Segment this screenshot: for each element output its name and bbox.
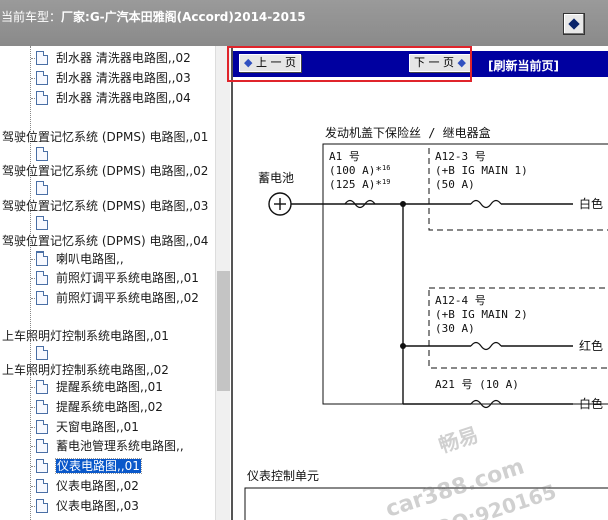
tree-item[interactable]: 驾驶位置记忆系统 (DPMS) 电路图,,03 bbox=[2, 196, 208, 216]
tree-item[interactable]: 喇叭电路图,, bbox=[56, 249, 124, 269]
tree-item-label: 刮水器 清洗器电路图,,04 bbox=[56, 91, 191, 105]
tree-connector bbox=[31, 466, 35, 467]
tree-item-label: 仪表电路图,,01 bbox=[55, 458, 142, 474]
tree-guide-line bbox=[30, 46, 31, 520]
document-icon bbox=[36, 181, 48, 195]
document-icon bbox=[36, 147, 48, 161]
document-view: ◆ 上 一 页 下 一 页 ◆ [刷新当前页] 发动机盖下保险丝 / 继电器盒 … bbox=[227, 46, 608, 520]
document-tree[interactable]: 刮水器 清洗器电路图,,02 刮水器 清洗器电路图,,03 刮水器 清洗器电路图,,… bbox=[0, 46, 215, 520]
diamond-icon bbox=[568, 18, 580, 30]
vehicle-title-prefix: 当前车型： bbox=[1, 10, 62, 24]
tree-item-label: 仪表电路图,,02 bbox=[56, 479, 139, 493]
tree-item[interactable]: 仪表电路图,,02 bbox=[56, 476, 139, 496]
tree-connector bbox=[31, 58, 35, 59]
fuse-a1-rating-100: (100 A)*16 bbox=[329, 164, 390, 177]
tree-item-label: 天窗电路图,,01 bbox=[56, 420, 139, 434]
fuse-a12-4-symbol bbox=[470, 341, 502, 351]
wire-color-2: 红色 bbox=[579, 338, 603, 353]
tree-item-label: 驾驶位置记忆系统 (DPMS) 电路图,,04 bbox=[2, 234, 209, 248]
wire-color-1: 白色 bbox=[579, 196, 603, 211]
tree-connector bbox=[31, 98, 35, 99]
highlight-box bbox=[227, 46, 472, 82]
tree-item[interactable]: 驾驶位置记忆系统 (DPMS) 电路图,,02 bbox=[2, 161, 208, 181]
document-icon bbox=[36, 439, 48, 453]
document-icon bbox=[36, 291, 48, 305]
tree-item[interactable]: 仪表电路图,,01 bbox=[55, 456, 142, 476]
tree-item-label: 驾驶位置记忆系统 (DPMS) 电路图,,03 bbox=[2, 199, 209, 213]
tree-connector bbox=[31, 259, 35, 260]
fuse-a12-4-label: A12-4 号 bbox=[435, 294, 486, 307]
document-icon bbox=[36, 252, 48, 266]
tree-item[interactable]: 驾驶位置记忆系统 (DPMS) 电路图,,04 bbox=[2, 231, 208, 251]
battery-label: 蓄电池 bbox=[258, 171, 294, 185]
fuse-a12-3-symbol bbox=[470, 199, 502, 209]
tree-connector bbox=[31, 427, 35, 428]
toggle-button[interactable] bbox=[563, 13, 585, 35]
document-icon bbox=[36, 91, 48, 105]
document-icon bbox=[36, 459, 48, 473]
document-icon bbox=[36, 216, 48, 230]
fuse-a12-3-name: (+B IG MAIN 1) bbox=[435, 164, 528, 177]
document-icon bbox=[36, 380, 48, 394]
tree-item[interactable]: 刮水器 清洗器电路图,,03 bbox=[56, 68, 191, 88]
document-icon bbox=[36, 51, 48, 65]
tree-connector bbox=[31, 387, 35, 388]
tree-connector bbox=[31, 506, 35, 507]
tree-item-label: 前照灯调平系统电路图,,01 bbox=[56, 271, 199, 285]
box-title: 发动机盖下保险丝 / 继电器盒 bbox=[325, 125, 491, 140]
tree-connector bbox=[31, 407, 35, 408]
tree-item[interactable]: 提醒系统电路图,,02 bbox=[56, 397, 163, 417]
tree-item[interactable]: 刮水器 清洗器电路图,,04 bbox=[56, 88, 191, 108]
tree-item[interactable]: 提醒系统电路图,,01 bbox=[56, 377, 163, 397]
fuse-a21-label: A21 号 (10 A) bbox=[435, 378, 519, 391]
tree-item-label: 蓄电池管理系统电路图,, bbox=[56, 439, 184, 453]
document-icon bbox=[36, 346, 48, 360]
fuse-a1-label: A1 号 bbox=[329, 150, 360, 163]
tree-item[interactable]: 刮水器 清洗器电路图,,02 bbox=[56, 48, 191, 68]
tree-item-label: 仪表电路图,,03 bbox=[56, 499, 139, 513]
fuse-a12-4-name: (+B IG MAIN 2) bbox=[435, 308, 528, 321]
document-icon bbox=[36, 499, 48, 513]
tree-item-label: 刮水器 清洗器电路图,,02 bbox=[56, 51, 191, 65]
tree-item[interactable]: 仪表电路图,,03 bbox=[56, 496, 139, 516]
tree-connector bbox=[31, 446, 35, 447]
document-icon bbox=[36, 479, 48, 493]
tree-item-label: 上车照明灯控制系统电路图,,02 bbox=[2, 363, 169, 377]
unit-label: 仪表控制单元 bbox=[247, 469, 319, 483]
tree-item-label: 刮水器 清洗器电路图,,03 bbox=[56, 71, 191, 85]
tree-connector bbox=[31, 78, 35, 79]
vehicle-title-value: 厂家:G-广汽本田雅阁(Accord)2014-2015 bbox=[61, 10, 306, 24]
tree-item-label: 上车照明灯控制系统电路图,,01 bbox=[2, 329, 169, 343]
scrollbar-thumb[interactable] bbox=[217, 271, 230, 391]
tree-item-label: 驾驶位置记忆系统 (DPMS) 电路图,,02 bbox=[2, 164, 209, 178]
tree-item[interactable]: 天窗电路图,,01 bbox=[56, 417, 139, 437]
title-bar: 当前车型：厂家:G-广汽本田雅阁(Accord)2014-2015 bbox=[0, 0, 608, 46]
tree-item-label: 驾驶位置记忆系统 (DPMS) 电路图,,01 bbox=[2, 130, 209, 144]
tree-item[interactable]: 蓄电池管理系统电路图,, bbox=[56, 436, 184, 456]
tree-item-label: 提醒系统电路图,,01 bbox=[56, 380, 163, 394]
fuse-a1-rating-125: (125 A)*19 bbox=[329, 178, 390, 191]
fuse-a12-4-amp: (30 A) bbox=[435, 322, 475, 335]
tree-item-label: 喇叭电路图,, bbox=[56, 252, 124, 266]
tree-item-label: 前照灯调平系统电路图,,02 bbox=[56, 291, 199, 305]
vehicle-title: 当前车型：厂家:G-广汽本田雅阁(Accord)2014-2015 bbox=[1, 8, 306, 25]
tree-connector bbox=[31, 278, 35, 279]
tree-scrollbar[interactable] bbox=[215, 46, 230, 520]
tree-item[interactable]: 驾驶位置记忆系统 (DPMS) 电路图,,01 bbox=[2, 127, 208, 147]
tree-connector bbox=[31, 486, 35, 487]
document-icon bbox=[36, 400, 48, 414]
fuse-a12-3-label: A12-3 号 bbox=[435, 150, 486, 163]
document-icon bbox=[36, 271, 48, 285]
fuse-a12-3-amp: (50 A) bbox=[435, 178, 475, 191]
wire-color-3: 白色 bbox=[579, 396, 603, 411]
tree-item[interactable]: 前照灯调平系统电路图,,01 bbox=[56, 268, 199, 288]
tree-item-label: 提醒系统电路图,,02 bbox=[56, 400, 163, 414]
document-icon bbox=[36, 420, 48, 434]
document-icon bbox=[36, 71, 48, 85]
tree-connector bbox=[31, 298, 35, 299]
tree-item[interactable]: 上车照明灯控制系统电路图,,01 bbox=[2, 326, 169, 346]
refresh-page-link[interactable]: [刷新当前页] bbox=[488, 57, 559, 74]
tree-item[interactable]: 前照灯调平系统电路图,,02 bbox=[56, 288, 199, 308]
circuit-diagram: 发动机盖下保险丝 / 继电器盒 蓄电池 A1 号 (100 A)*16 (125… bbox=[244, 125, 608, 520]
